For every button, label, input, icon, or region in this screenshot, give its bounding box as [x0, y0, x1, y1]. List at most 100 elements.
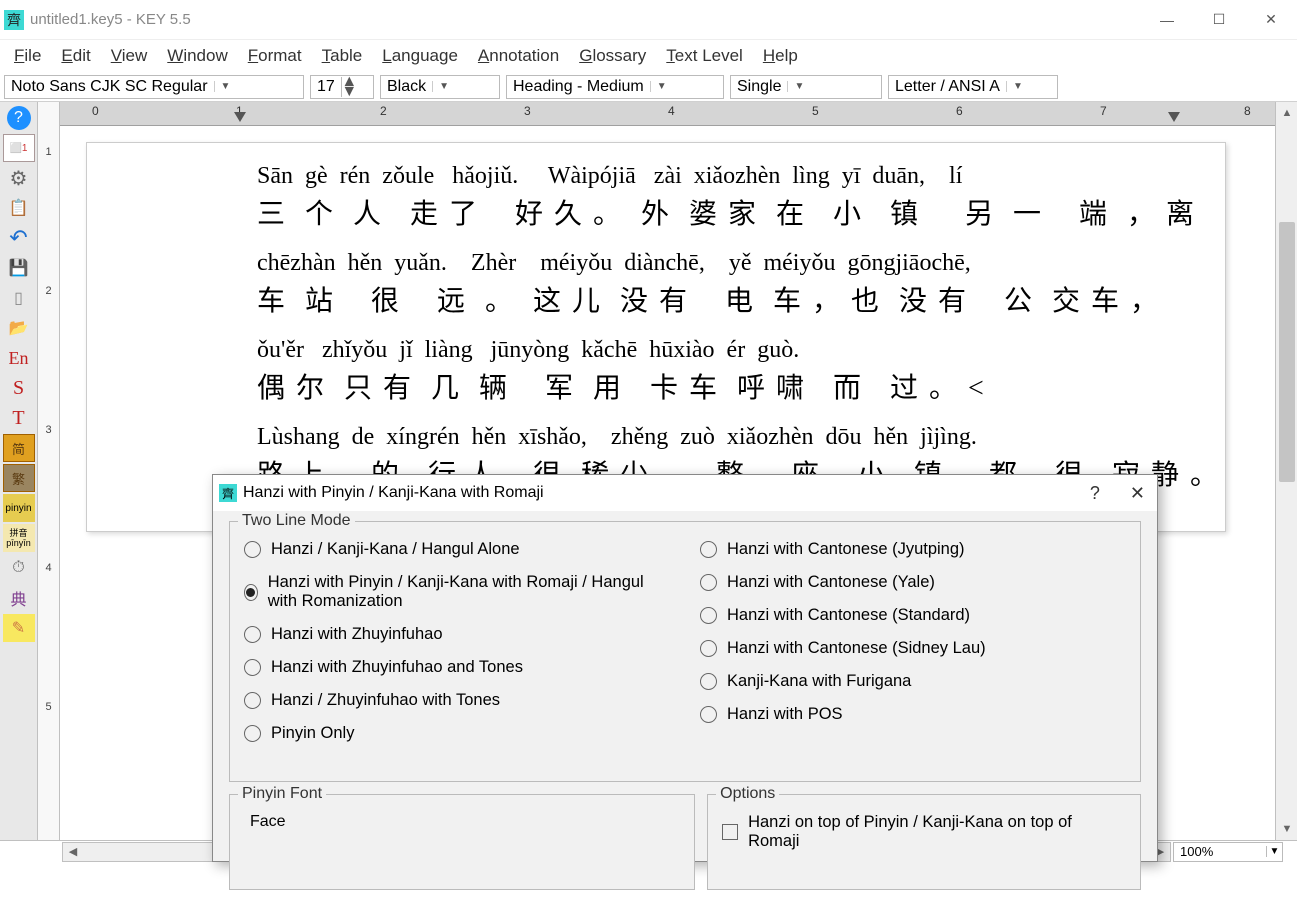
radio-option[interactable]: Hanzi with Cantonese (Sidney Lau) — [700, 639, 1126, 658]
help-icon[interactable]: ? — [7, 106, 31, 130]
menu-glossary[interactable]: Glossary — [571, 42, 654, 70]
radio-icon[interactable] — [244, 725, 261, 742]
scroll-down-icon[interactable]: ▼ — [1276, 818, 1297, 840]
date-icon[interactable]: ⬜1 — [3, 134, 35, 162]
radio-icon[interactable] — [244, 692, 261, 709]
font-combo[interactable]: Noto Sans CJK SC Regular▼ — [4, 75, 304, 99]
radio-option[interactable]: Hanzi with Zhuyinfuhao — [244, 625, 670, 644]
chevron-down-icon: ▼ — [787, 81, 805, 92]
pinyin-line: chēzhàn hěn yuǎn. Zhèr méiyǒu diànchē, y… — [257, 250, 1185, 277]
undo-icon[interactable]: ↶ — [3, 224, 35, 252]
radio-option[interactable]: Hanzi with Cantonese (Jyutping) — [700, 540, 1126, 559]
spacing-value: Single — [731, 78, 787, 96]
dialog-help-button[interactable]: ? — [1090, 483, 1100, 504]
style-combo[interactable]: Heading - Medium▼ — [506, 75, 724, 99]
two-line-mode-group: Two Line Mode Hanzi / Kanji-Kana / Hangu… — [229, 521, 1141, 782]
toolbar: Noto Sans CJK SC Regular▼ 17▲▼ Black▼ He… — [0, 72, 1297, 102]
radio-option[interactable]: Hanzi with Zhuyinfuhao and Tones — [244, 658, 670, 677]
menu-edit[interactable]: Edit — [53, 42, 98, 70]
radio-option[interactable]: Hanzi with Cantonese (Yale) — [700, 573, 1126, 592]
radio-column-right: Hanzi with Cantonese (Jyutping) Hanzi wit… — [700, 540, 1126, 757]
menu-file[interactable]: File — [6, 42, 49, 70]
radio-option[interactable]: Hanzi with Pinyin / Kanji-Kana with Roma… — [244, 573, 670, 611]
gear-icon[interactable]: ⚙ — [3, 164, 35, 192]
clipboard-icon[interactable]: 📋 — [3, 194, 35, 222]
radio-icon[interactable] — [244, 626, 261, 643]
menu-table[interactable]: Table — [314, 42, 371, 70]
menu-help[interactable]: Help — [755, 42, 806, 70]
pinyin-label-icon[interactable]: 拼音pīnyīn — [3, 524, 35, 552]
zoom-value: 100% — [1174, 844, 1266, 859]
radio-label: Hanzi / Zhuyinfuhao with Tones — [271, 691, 500, 710]
dialog-body: Two Line Mode Hanzi / Kanji-Kana / Hangu… — [213, 511, 1157, 912]
left-margin-icon[interactable] — [234, 112, 246, 122]
radio-icon[interactable] — [700, 640, 717, 657]
hanzi-line: 车 站 很 远 。 这 儿 没 有 电 车 ， 也 没 有 公 交 车 ， — [257, 279, 1185, 319]
chevron-down-icon: ▼ — [432, 81, 450, 92]
vertical-scrollbar[interactable]: ▲ ▼ — [1275, 102, 1297, 840]
color-combo[interactable]: Black▼ — [380, 75, 500, 99]
scroll-up-icon[interactable]: ▲ — [1276, 102, 1297, 124]
right-margin-icon[interactable] — [1168, 112, 1180, 122]
menu-annotation[interactable]: Annotation — [470, 42, 567, 70]
radio-icon[interactable] — [700, 574, 717, 591]
menu-view[interactable]: View — [103, 42, 156, 70]
size-combo[interactable]: 17▲▼ — [310, 75, 374, 99]
pinyin-yellow-icon[interactable]: pinyin — [3, 494, 35, 522]
radio-label: Hanzi with Cantonese (Jyutping) — [727, 540, 965, 559]
minimize-button[interactable]: — — [1141, 0, 1193, 40]
maximize-button[interactable]: ☐ — [1193, 0, 1245, 40]
menu-language[interactable]: Language — [374, 42, 466, 70]
timer-icon[interactable]: ⏱ — [3, 554, 35, 582]
radio-icon[interactable] — [244, 659, 261, 676]
options-group: Options Hanzi on top of Pinyin / Kanji-K… — [707, 794, 1141, 890]
dialog-titlebar: 齊 Hanzi with Pinyin / Kanji-Kana with Ro… — [213, 475, 1157, 511]
horizontal-ruler[interactable]: 0 1 2 3 4 5 6 7 8 — [60, 102, 1297, 126]
dialog-close-button[interactable]: ✕ — [1130, 483, 1145, 504]
pinyin-line: Lùshang de xíngrén hěn xīshǎo, zhěng zuò… — [257, 424, 1185, 451]
menu-text-level[interactable]: Text Level — [658, 42, 751, 70]
english-icon[interactable]: En — [3, 344, 35, 372]
close-button[interactable]: ✕ — [1245, 0, 1297, 40]
chevron-down-icon: ▼ — [1006, 81, 1024, 92]
radio-option[interactable]: Kanji-Kana with Furigana — [700, 672, 1126, 691]
left-rail: ? ⬜1 ⚙ 📋 ↶ 💾 ▯ 📂 En S T 简 繁 pinyin 拼音pīn… — [0, 102, 38, 840]
new-icon[interactable]: ▯ — [3, 284, 35, 312]
menu-window[interactable]: Window — [159, 42, 235, 70]
save-icon[interactable]: 💾 — [3, 254, 35, 282]
radio-icon[interactable] — [244, 541, 261, 558]
paper-combo[interactable]: Letter / ANSI A▼ — [888, 75, 1058, 99]
spacing-combo[interactable]: Single▼ — [730, 75, 882, 99]
dialog: 齊 Hanzi with Pinyin / Kanji-Kana with Ro… — [212, 474, 1158, 862]
simplified-han-icon[interactable]: 简 — [3, 434, 35, 462]
traditional-han-icon[interactable]: 繁 — [3, 464, 35, 492]
dictionary-icon[interactable]: 典 — [3, 584, 35, 612]
scroll-thumb[interactable] — [1279, 222, 1295, 482]
text-body[interactable]: Sān gè rén zǒule hǎojiǔ. Wàipójiā zài xi… — [87, 143, 1225, 531]
radio-option[interactable]: Hanzi / Zhuyinfuhao with Tones — [244, 691, 670, 710]
radio-icon[interactable] — [700, 607, 717, 624]
group-title: Pinyin Font — [238, 785, 326, 803]
open-icon[interactable]: 📂 — [3, 314, 35, 342]
radio-icon[interactable] — [700, 706, 717, 723]
radio-label: Hanzi with Cantonese (Yale) — [727, 573, 935, 592]
radio-option[interactable]: Hanzi with POS — [700, 705, 1126, 724]
style-value: Heading - Medium — [507, 78, 650, 96]
radio-option[interactable]: Hanzi with Cantonese (Standard) — [700, 606, 1126, 625]
radio-option[interactable]: Hanzi / Kanji-Kana / Hangul Alone — [244, 540, 670, 559]
app-icon: 齊 — [4, 10, 24, 30]
zoom-combo[interactable]: 100%▼ — [1173, 842, 1283, 862]
radio-option[interactable]: Pinyin Only — [244, 724, 670, 743]
simplified-icon[interactable]: S — [3, 374, 35, 402]
pencil-icon[interactable]: ✎ — [3, 614, 35, 642]
radio-icon[interactable] — [244, 584, 258, 601]
radio-label: Hanzi with Pinyin / Kanji-Kana with Roma… — [268, 573, 670, 611]
menu-format[interactable]: Format — [240, 42, 310, 70]
chevron-down-icon: ▼ — [1266, 846, 1282, 857]
radio-icon[interactable] — [700, 541, 717, 558]
radio-icon[interactable] — [700, 673, 717, 690]
scroll-left-icon[interactable]: ◀ — [63, 845, 83, 858]
traditional-icon[interactable]: T — [3, 404, 35, 432]
menubar: File Edit View Window Format Table Langu… — [0, 40, 1297, 72]
checkbox-hanzi-on-top[interactable] — [722, 824, 738, 840]
